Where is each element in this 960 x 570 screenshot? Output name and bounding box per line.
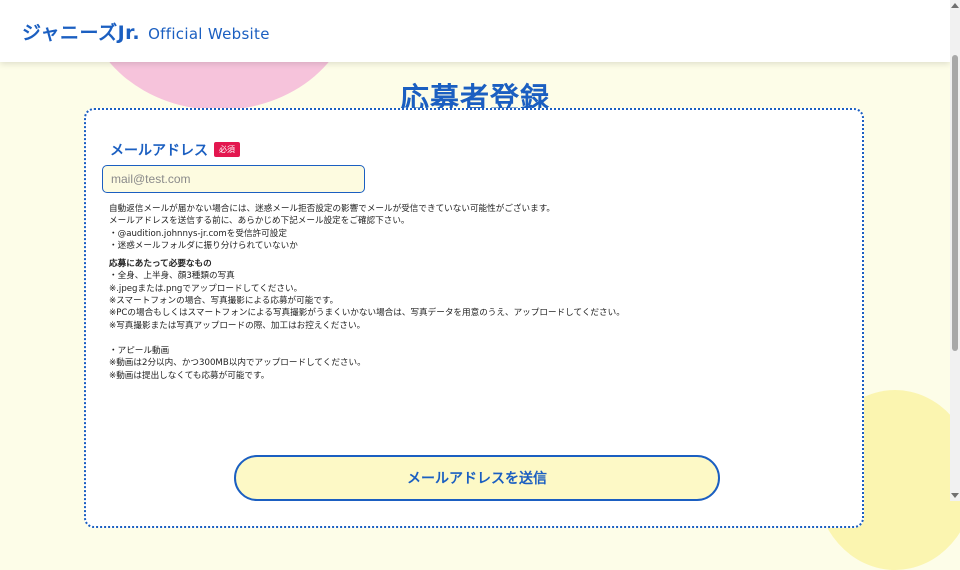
requirements-heading: 応募にあたって必要なもの bbox=[109, 259, 212, 270]
requirement-line: ※写真撮影または写真アップロードの際、加工はお控えください。 bbox=[109, 320, 366, 331]
video-line: ※動画は提出しなくても応募が可能です。 bbox=[109, 370, 270, 381]
vertical-scrollbar[interactable] bbox=[950, 0, 960, 501]
requirement-line: ・全身、上半身、顔3種類の写真 bbox=[109, 271, 235, 282]
submit-email-button[interactable]: メールアドレスを送信 bbox=[234, 455, 720, 501]
notes-line: メールアドレスを送信する前に、あらかじめ下記メール設定をご確認下さい。 bbox=[109, 216, 410, 227]
email-field-label: メールアドレス bbox=[110, 143, 208, 159]
notes-line: ・迷惑メールフォルダに振り分けられていないか bbox=[109, 240, 298, 251]
site-header: ジャニーズJr. Official Website bbox=[0, 0, 950, 62]
scroll-up-arrow-icon[interactable] bbox=[951, 3, 959, 8]
video-line: ・アピール動画 bbox=[109, 345, 170, 356]
requirement-line: ※.jpegまたは.pngでアップロードしてください。 bbox=[109, 283, 303, 294]
registration-form-card: メールアドレス 必須 自動返信メールが届かない場合には、迷惑メール拒否設定の影響… bbox=[84, 108, 864, 528]
requirement-line: ※スマートフォンの場合、写真撮影による応募が可能です。 bbox=[109, 296, 339, 307]
required-badge: 必須 bbox=[214, 142, 240, 157]
email-input[interactable] bbox=[102, 165, 365, 193]
scroll-down-arrow-icon[interactable] bbox=[951, 493, 959, 498]
notes-line: ・@audition.johnnys-jr.comを受信許可設定 bbox=[109, 228, 287, 239]
requirement-line: ※PCの場合もしくはスマートフォンによる写真撮影がうまくいかない場合は、写真デー… bbox=[109, 308, 625, 319]
notes-line: 自動返信メールが届かない場合には、迷惑メール拒否設定の影響でメールが受信できてい… bbox=[109, 204, 556, 214]
logo-main-text: ジャニーズJr. bbox=[22, 22, 141, 44]
scrollbar-thumb[interactable] bbox=[952, 55, 958, 351]
video-line: ※動画は2分以内、かつ300MB以内でアップロードしてください。 bbox=[109, 358, 366, 369]
site-logo[interactable]: ジャニーズJr. Official Website bbox=[22, 18, 270, 45]
form-notes: 自動返信メールが届かない場合には、迷惑メール拒否設定の影響でメールが受信できてい… bbox=[109, 203, 849, 382]
logo-sub-text: Official Website bbox=[148, 25, 270, 43]
